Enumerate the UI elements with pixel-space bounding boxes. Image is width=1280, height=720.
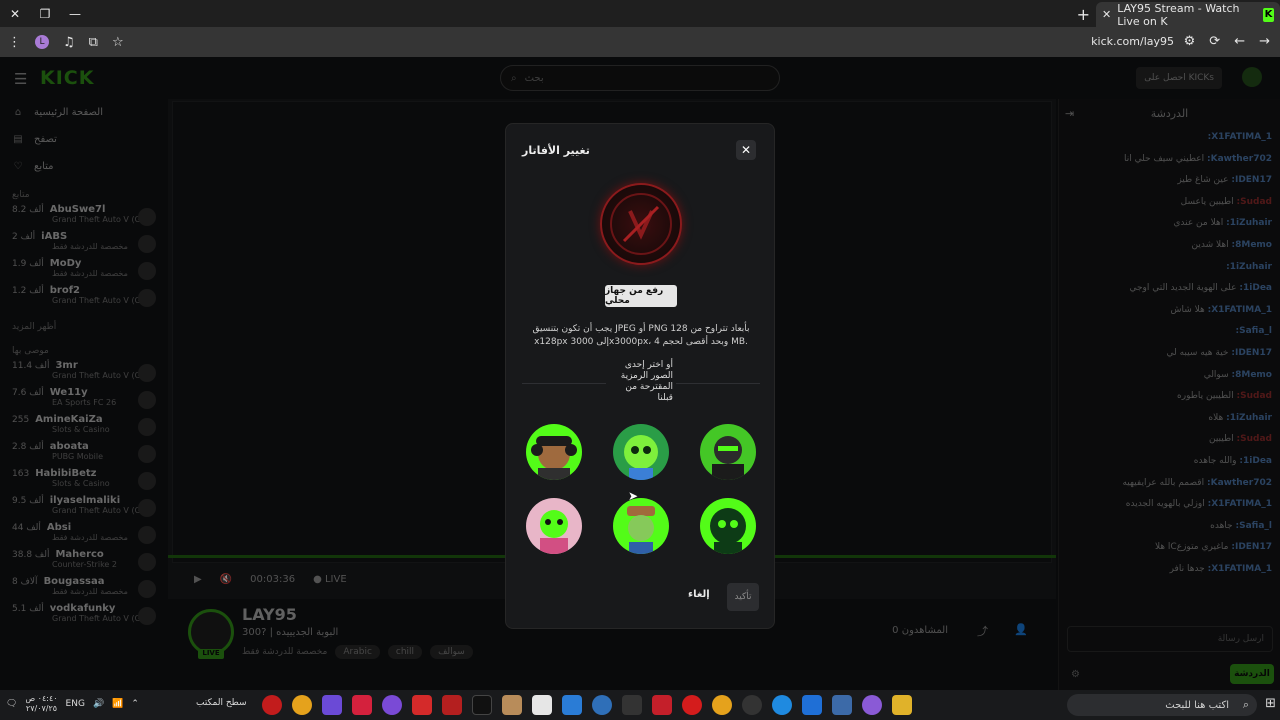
suggested-avatars-grid (526, 424, 758, 554)
reload-icon[interactable]: ⟳ (1209, 34, 1220, 49)
address-bar: ⋮ L ♫ ⧉ ☆ kick.com/lay95 ⚙ ⟳ ← → (0, 27, 1280, 57)
file-explorer-icon[interactable] (892, 695, 912, 715)
clock[interactable]: ٠٤:٤٠ ص ٢٧/٠٧/٢٥ (25, 694, 57, 714)
edge-icon[interactable] (772, 695, 792, 715)
wifi-icon[interactable]: 📶 (112, 699, 123, 709)
taskbar-app-icon[interactable] (562, 695, 582, 715)
notification-icon[interactable]: 🗨 (6, 699, 17, 709)
language-indicator[interactable]: ENG (66, 699, 85, 709)
suggested-avatar[interactable] (700, 424, 756, 480)
mouse-cursor-icon: ➤ (628, 489, 639, 503)
media-control-icon[interactable]: ♫ (63, 35, 75, 50)
copilot-app-icon[interactable] (862, 695, 882, 715)
browser-tab[interactable]: ✕ LAY95 Stream - Watch Live on K K (1096, 1, 1280, 28)
suggested-avatar[interactable] (700, 498, 756, 554)
tiktok-icon[interactable] (472, 695, 492, 715)
extensions-icon[interactable]: ⧉ (89, 35, 98, 50)
clock-time: ٠٤:٤٠ ص (25, 694, 58, 703)
chevron-up-icon[interactable]: ⌃ (131, 699, 139, 709)
upload-from-device-button[interactable]: رفع من جهاز محلي (605, 285, 677, 307)
taskbar-app-icon[interactable] (742, 695, 762, 715)
confirm-button[interactable]: تأكيد (727, 583, 759, 611)
restore-window-icon[interactable]: ❐ (30, 0, 60, 27)
taskbar-app-icon[interactable] (652, 695, 672, 715)
start-icon[interactable]: ⊞ (1265, 696, 1276, 711)
suggested-avatar[interactable] (526, 498, 582, 554)
taskbar-apps (262, 695, 912, 715)
close-icon[interactable]: ✕ (736, 140, 756, 160)
suggested-avatar[interactable] (613, 498, 669, 554)
taskbar-app-icon[interactable] (502, 695, 522, 715)
close-window-icon[interactable]: ✕ (0, 0, 30, 27)
kick-favicon-icon: K (1262, 7, 1274, 22)
upload-requirements: يجب أن تكون بتنسيق JPEG أو PNG 128 بأبعا… (532, 324, 750, 347)
suggested-avatars-label: أو اختر إحدى الصور الرمزية المقترحة من ق… (606, 360, 676, 404)
minimize-window-icon[interactable]: — (60, 0, 90, 27)
taskbar-app-icon[interactable] (352, 695, 372, 715)
new-tab-button[interactable]: + (1077, 5, 1090, 24)
chrome-icon[interactable] (292, 695, 312, 715)
taskbar-app-icon[interactable] (322, 695, 342, 715)
taskbar-app-icon[interactable] (262, 695, 282, 715)
volume-icon[interactable]: 🔊 (93, 699, 104, 709)
netflix-icon[interactable] (442, 695, 462, 715)
url-field[interactable]: kick.com/lay95 (1091, 35, 1174, 48)
opera-icon[interactable] (682, 695, 702, 715)
chrome-icon[interactable] (712, 695, 732, 715)
suggested-avatar[interactable] (613, 424, 669, 480)
taskbar-app-icon[interactable] (412, 695, 432, 715)
menu-dots-icon[interactable]: ⋮ (8, 35, 21, 50)
taskbar-search-placeholder: اكتب هنا للبحث (1165, 699, 1229, 711)
dialog-title: تغيير الأفاتار (522, 144, 590, 157)
site-settings-icon[interactable]: ⚙ (1184, 34, 1196, 49)
forward-icon[interactable]: → (1259, 34, 1270, 49)
tab-title: LAY95 Stream - Watch Live on K (1117, 1, 1240, 28)
cancel-button[interactable]: إلغاء (688, 589, 710, 600)
current-avatar (600, 183, 682, 265)
windows-taskbar: 🗨 ٠٤:٤٠ ص٢٧/٠٧/٢٥ ENG 🔊 📶 ⌃ سطح المكتب (0, 690, 1280, 720)
screen: ✕ ❐ — + ✕ LAY95 Stream - Watch Live on K… (0, 0, 1280, 720)
search-icon: ⌕ (1242, 698, 1249, 711)
mail-icon[interactable] (802, 695, 822, 715)
epic-games-icon[interactable] (622, 695, 642, 715)
change-avatar-dialog: تغيير الأفاتار ✕ رفع من جهاز محلي يجب أن… (505, 123, 775, 629)
window-controls: ✕ ❐ — (0, 0, 90, 27)
tab-close-icon[interactable]: ✕ (1102, 8, 1111, 21)
back-icon[interactable]: ← (1234, 34, 1245, 49)
profile-avatar[interactable]: L (35, 35, 49, 49)
taskbar-search[interactable]: اكتب هنا للبحث ⌕ (1067, 694, 1257, 716)
bookmark-star-icon[interactable]: ☆ (112, 35, 124, 50)
store-icon[interactable] (832, 695, 852, 715)
steam-icon[interactable] (592, 695, 612, 715)
browser-titlebar: ✕ ❐ — + ✕ LAY95 Stream - Watch Live on K… (0, 0, 1280, 28)
system-tray: 🗨 ٠٤:٤٠ ص ٢٧/٠٧/٢٥ ENG 🔊 📶 ⌃ (6, 694, 139, 714)
clock-date: ٢٧/٠٧/٢٥ (25, 704, 58, 713)
taskbar-app-icon[interactable] (532, 695, 552, 715)
suggested-avatar[interactable] (526, 424, 582, 480)
desktop-label[interactable]: سطح المكتب (196, 698, 247, 708)
taskbar-app-icon[interactable] (382, 695, 402, 715)
